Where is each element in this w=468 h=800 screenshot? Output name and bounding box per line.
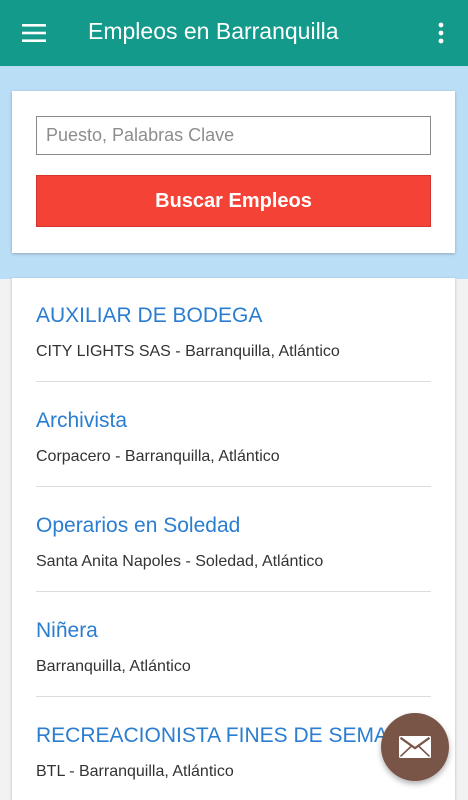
divider (36, 381, 431, 382)
job-title[interactable]: Operarios en Soledad (36, 514, 240, 538)
hamburger-menu-icon (22, 24, 46, 42)
divider (36, 696, 431, 697)
menu-button[interactable] (14, 15, 54, 51)
more-vert-icon (438, 22, 444, 44)
overflow-menu-button[interactable] (424, 16, 458, 50)
job-title[interactable]: AUXILIAR DE BODEGA (36, 304, 262, 328)
app-bar: Empleos en Barranquilla (0, 0, 468, 66)
job-company-location: Barranquilla, Atlántico (36, 658, 191, 675)
job-company-location: BTL - Barranquilla, Atlántico (36, 763, 234, 780)
divider (36, 486, 431, 487)
job-title[interactable]: Archivista (36, 409, 127, 433)
mail-icon (399, 736, 431, 758)
job-company-location: Santa Anita Napoles - Soledad, Atlántico (36, 553, 324, 570)
divider (36, 591, 431, 592)
job-company-location: Corpacero - Barranquilla, Atlántico (36, 448, 280, 465)
search-button[interactable]: Buscar Empleos (36, 175, 431, 227)
search-card: Buscar Empleos (12, 91, 455, 253)
job-company-location: CITY LIGHTS SAS - Barranquilla, Atlántic… (36, 343, 340, 360)
job-title[interactable]: RECREACIONISTA FINES DE SEMANA (36, 724, 417, 748)
search-input[interactable] (36, 116, 431, 155)
contact-fab[interactable] (381, 713, 449, 781)
job-title[interactable]: Niñera (36, 619, 98, 643)
job-list: AUXILIAR DE BODEGA CITY LIGHTS SAS - Bar… (12, 278, 455, 800)
app-title: Empleos en Barranquilla (88, 18, 339, 44)
